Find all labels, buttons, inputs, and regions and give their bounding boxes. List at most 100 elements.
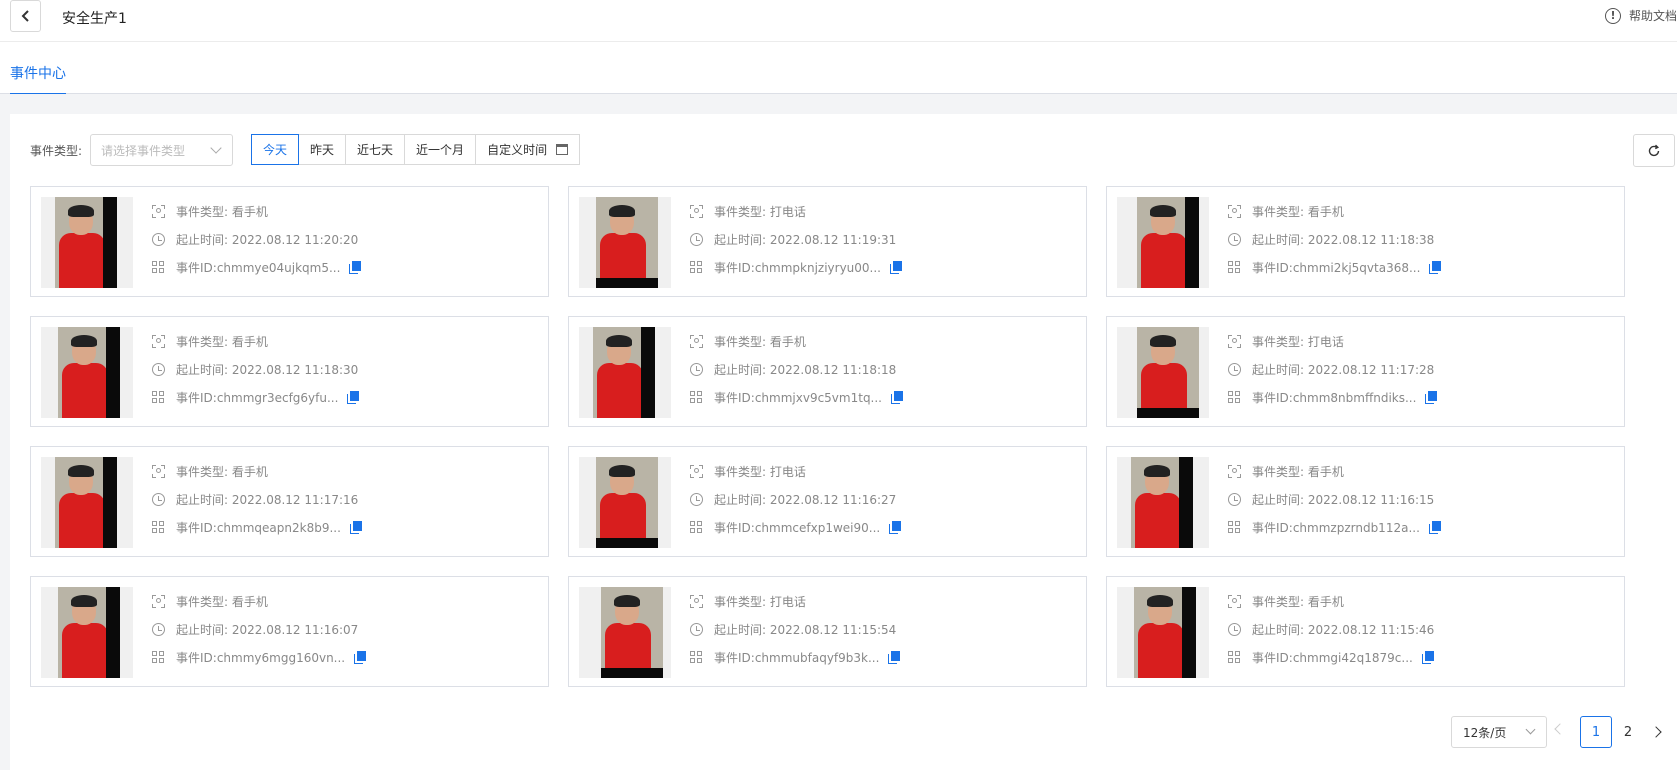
event-card[interactable]: 事件类型: 看手机 起止时间: 2022.08.12 11:18:38 事件ID:c… <box>1106 186 1625 297</box>
copy-icon[interactable] <box>347 390 360 404</box>
grid-icon <box>151 520 165 534</box>
event-type-label: 事件类型: <box>30 144 83 158</box>
clock-icon <box>151 362 165 376</box>
event-card[interactable]: 事件类型: 看手机起止时间: 2022.08.12 11:20:20 事件ID:c… <box>30 186 549 297</box>
copy-icon[interactable] <box>889 520 902 534</box>
face-scan-icon <box>689 464 703 478</box>
date-option-custom[interactable]: 自定义时间 <box>475 134 581 165</box>
event-card[interactable]: 事件类型: 打电话 起止时间: 2022.08.12 11:17:28 事件ID:c… <box>1106 316 1625 427</box>
top-bar: 安全生产1 ! 帮助文档 <box>0 0 1677 42</box>
face-scan-icon <box>689 334 703 348</box>
event-id-row: 事件ID:chmmqeapn2k8b9... <box>151 519 363 535</box>
event-snapshot-image <box>601 587 663 678</box>
event-type-row: 事件类型: 打电话 <box>689 593 806 609</box>
event-card[interactable]: 事件类型: 看手机起止时间: 2022.08.12 11:18:18 事件ID:c… <box>568 316 1087 427</box>
copy-icon[interactable] <box>1429 260 1442 274</box>
event-thumbnail[interactable] <box>1117 327 1209 418</box>
event-card[interactable]: 事件类型: 打电话 起止时间: 2022.08.12 11:15:54 事件ID:c… <box>568 576 1087 687</box>
event-thumbnail[interactable] <box>41 197 133 288</box>
event-thumbnail[interactable] <box>579 327 671 418</box>
chevron-left-icon <box>21 10 29 22</box>
event-time-row: 起止时间: 2022.08.12 11:18:30 <box>151 361 358 377</box>
copy-icon[interactable] <box>1425 390 1438 404</box>
event-info: 事件类型: 看手机起止时间: 2022.08.12 11:18:18 事件ID:c… <box>689 317 1079 428</box>
event-thumbnail[interactable] <box>41 587 133 678</box>
date-option-one-month[interactable]: 近一个月 <box>404 134 477 165</box>
event-type-text: 事件类型: 看手机 <box>1252 594 1344 609</box>
event-time-text: 起止时间: 2022.08.12 11:18:18 <box>714 362 897 377</box>
tab-event-center[interactable]: 事件中心 <box>10 63 66 95</box>
copy-icon[interactable] <box>1428 520 1442 534</box>
page-button-1[interactable]: 1 <box>1580 716 1612 748</box>
event-thumbnail[interactable] <box>41 327 133 418</box>
event-snapshot-image <box>1137 327 1199 418</box>
event-snapshot-image <box>596 197 658 288</box>
event-time-text: 起止时间: 2022.08.12 11:20:20 <box>176 232 359 247</box>
copy-icon[interactable] <box>349 260 362 274</box>
clock-icon <box>151 492 165 506</box>
event-id-text: 事件ID:chmmjxv9c5vm1tq... <box>714 390 883 405</box>
copy-icon[interactable] <box>349 520 363 534</box>
event-time-row: 起止时间: 2022.08.12 11:20:20 <box>151 231 358 247</box>
event-time-text: 起止时间: 2022.08.12 11:18:30 <box>176 362 359 377</box>
event-id-row: 事件ID:chmmcefxp1wei90... <box>689 519 902 535</box>
event-info: 事件类型: 打电话 起止时间: 2022.08.12 11:19:31 事件ID:c… <box>689 187 1079 298</box>
event-time-row: 起止时间: 2022.08.12 11:15:46 <box>1227 621 1434 637</box>
grid-icon <box>151 650 165 664</box>
back-button[interactable] <box>10 0 41 32</box>
event-id-row: 事件ID:chmmgr3ecfg6yfu... <box>151 389 360 405</box>
event-thumbnail[interactable] <box>1117 197 1209 288</box>
event-card[interactable]: 事件类型: 看手机 起止时间: 2022.08.12 11:15:46 事件ID:c… <box>1106 576 1625 687</box>
page-size-select[interactable]: 12条/页 <box>1451 716 1547 748</box>
help-docs-link[interactable]: ! 帮助文档 <box>1604 7 1677 24</box>
clock-icon <box>689 492 703 506</box>
event-card[interactable]: 事件类型: 打电话 起止时间: 2022.08.12 11:19:31 事件ID:c… <box>568 186 1087 297</box>
copy-icon[interactable] <box>354 650 367 664</box>
event-card[interactable]: 事件类型: 看手机 起止时间: 2022.08.12 11:17:16 事件ID:c… <box>30 446 549 557</box>
calendar-icon <box>556 144 569 155</box>
page-title: 安全生产1 <box>62 11 127 27</box>
grid-icon <box>1227 520 1241 534</box>
page-button-2[interactable]: 2 <box>1612 716 1644 748</box>
event-type-placeholder: 请选择事件类型 <box>101 143 186 158</box>
copy-icon[interactable] <box>1421 650 1435 664</box>
event-thumbnail[interactable] <box>579 587 671 678</box>
grid-icon <box>1227 390 1241 404</box>
date-option-yesterday[interactable]: 昨天 <box>298 134 347 165</box>
event-snapshot-image <box>55 197 117 288</box>
event-id-row: 事件ID:chmmubfaqyf9b3k... <box>689 649 901 665</box>
event-snapshot-image <box>596 457 658 548</box>
grid-icon <box>689 650 703 664</box>
event-type-row: 事件类型: 看手机 <box>1227 593 1344 609</box>
event-time-text: 起止时间: 2022.08.12 11:16:07 <box>176 622 359 637</box>
event-id-row: 事件ID:chmmye04ujkqm5... <box>151 259 362 275</box>
copy-icon[interactable] <box>890 260 903 274</box>
clock-icon <box>151 622 165 636</box>
event-type-row: 事件类型: 看手机 <box>689 333 806 349</box>
event-type-select[interactable]: 请选择事件类型 <box>90 134 233 166</box>
event-card[interactable]: 事件类型: 打电话 起止时间: 2022.08.12 11:16:27 事件ID:c… <box>568 446 1087 557</box>
event-type-text: 事件类型: 看手机 <box>714 334 806 349</box>
event-card[interactable]: 事件类型: 看手机起止时间: 2022.08.12 11:18:30 事件ID:c… <box>30 316 549 427</box>
grid-icon <box>151 390 165 404</box>
copy-icon[interactable] <box>888 650 901 664</box>
event-snapshot-image <box>1137 197 1199 288</box>
refresh-icon <box>1648 144 1660 156</box>
copy-icon[interactable] <box>891 390 904 404</box>
date-option-seven-days[interactable]: 近七天 <box>345 134 406 165</box>
event-card[interactable]: 事件类型: 看手机 起止时间: 2022.08.12 11:16:15 事件ID:c… <box>1106 446 1625 557</box>
event-thumbnail[interactable] <box>1117 587 1209 678</box>
event-id-text: 事件ID:chmmpknjziyryu00... <box>714 260 881 275</box>
event-thumbnail[interactable] <box>579 457 671 548</box>
event-thumbnail[interactable] <box>579 197 671 288</box>
event-type-text: 事件类型: 看手机 <box>176 204 268 219</box>
event-thumbnail[interactable] <box>1117 457 1209 548</box>
refresh-button[interactable] <box>1633 134 1675 167</box>
event-time-row: 起止时间: 2022.08.12 11:18:38 <box>1227 231 1434 247</box>
event-thumbnail[interactable] <box>41 457 133 548</box>
event-type-row: 事件类型: 看手机 <box>151 333 268 349</box>
event-card[interactable]: 事件类型: 看手机 起止时间: 2022.08.12 11:16:07 事件ID:c… <box>30 576 549 687</box>
date-option-today[interactable]: 今天 <box>251 134 300 165</box>
event-info: 事件类型: 打电话 起止时间: 2022.08.12 11:16:27 事件ID:c… <box>689 447 1079 558</box>
clock-icon <box>151 232 165 246</box>
